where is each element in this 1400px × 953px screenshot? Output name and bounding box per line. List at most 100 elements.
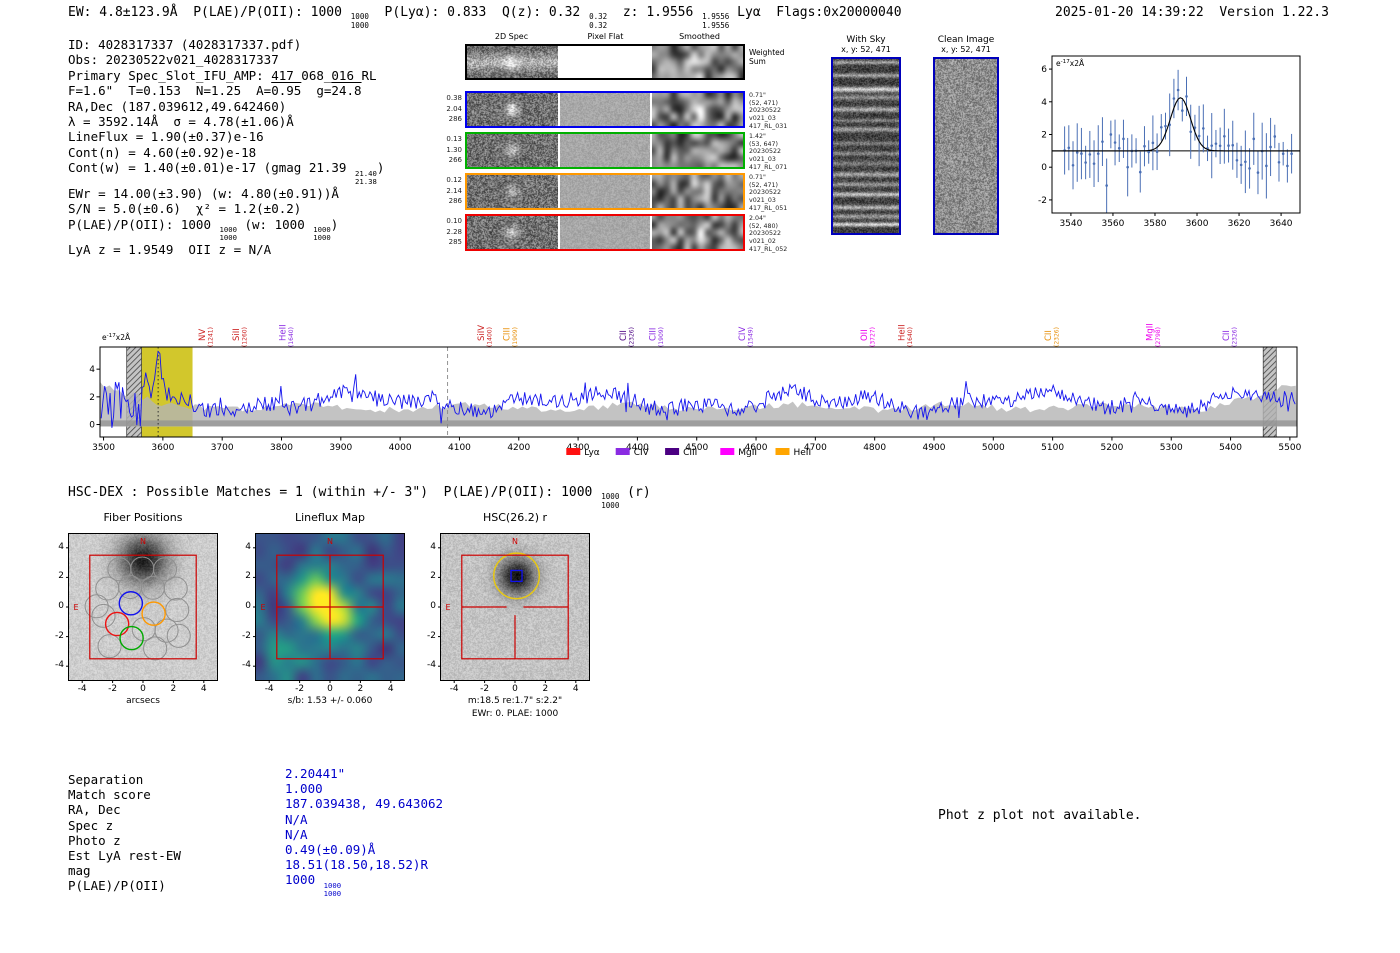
axis-tick-label: -2 (295, 684, 305, 694)
col-header-pixelflat: Pixel Flat (587, 32, 624, 41)
match-table-label: Match score (68, 787, 151, 803)
svg-text:3700: 3700 (211, 443, 234, 453)
svg-text:2: 2 (1041, 131, 1047, 141)
row-weight-labels: 0.13 1.30 266 (446, 135, 462, 164)
svg-text:(1909): (1909) (658, 327, 665, 347)
selected-fiber-circle (119, 625, 144, 651)
svg-text:3900: 3900 (329, 443, 352, 453)
match-table-row: Spec z N/A (68, 812, 443, 833)
hsc-cutout-panel: NE -4 -4 -2 -2 0 0 2 2 4 4 (427, 533, 590, 694)
stacked-fraction: 1000 1000 (323, 880, 342, 898)
hsc-dex-match-summary: HSC-DEX : Possible Matches = 1 (within +… (68, 485, 651, 510)
svg-text:4900: 4900 (923, 443, 946, 453)
row-smoothed-canvas (652, 175, 744, 208)
axis-tick-label: -2 (55, 630, 64, 641)
svg-text:0: 0 (89, 421, 95, 431)
svg-text:MgII: MgII (738, 448, 757, 458)
svg-text:3500: 3500 (92, 443, 115, 453)
row-2dspec-canvas (467, 216, 558, 249)
svg-text:E: E (445, 603, 450, 612)
legend-swatch (665, 448, 680, 455)
svg-text:(1909): (1909) (512, 327, 519, 347)
axis-tick-label: 4 (200, 684, 207, 694)
axis-tick-label: -4 (55, 660, 64, 671)
svg-text:3580: 3580 (1144, 219, 1167, 229)
weighted-sum-2dspec-canvas (467, 46, 558, 78)
match-table-row: P(LAE)/P(OII) 1000 1000 1000 (68, 872, 443, 903)
fiber-circle (154, 618, 179, 643)
svg-text:3640: 3640 (1270, 219, 1293, 229)
row-fiber-info: 1.42" (53, 647) 20230522 v021_03 417_RL_071 (749, 133, 788, 171)
svg-text:4: 4 (89, 365, 95, 375)
svg-text:N: N (512, 537, 518, 546)
row-2dspec-canvas (467, 175, 558, 208)
photz-unavailable-note: Phot z plot not available. (938, 808, 1142, 823)
spec2d-row (465, 173, 745, 210)
svg-text:5200: 5200 (1100, 443, 1123, 453)
fiber-positions-panel: NE -4 -4 -2 -2 0 0 2 2 4 4 (55, 533, 218, 694)
axis-tick-label: 0 (327, 684, 333, 694)
match-centroid-box (510, 569, 523, 583)
match-table-label: Separation (68, 772, 144, 787)
col-header-2dspec: 2D Spec (494, 32, 529, 41)
spec2d-row (465, 91, 745, 128)
selected-fiber-circle (118, 591, 144, 616)
axis-tick-label: 2 (357, 684, 364, 694)
clean-image-title: Clean Image (937, 35, 995, 45)
svg-text:5000: 5000 (982, 443, 1005, 453)
svg-text:3600: 3600 (151, 443, 174, 453)
svg-text:(1241): (1241) (208, 327, 215, 347)
fiber-circle (140, 575, 165, 600)
svg-text:4000: 4000 (389, 443, 412, 453)
svg-text:N: N (327, 537, 333, 546)
stacked-fraction: 21.40 21.38 (354, 168, 377, 186)
svg-text:3600: 3600 (1186, 219, 1209, 229)
svg-text:e-17x2Å: e-17x2Å (102, 333, 131, 342)
axis-tick-label: 2 (430, 571, 436, 582)
svg-text:CIV: CIV (634, 448, 650, 458)
line-label: CIII (503, 328, 513, 341)
info-line: ID: 4028317337 (4028317337.pdf) (68, 37, 302, 52)
axis-tick-label: 0 (512, 684, 518, 694)
fiber-circle (95, 576, 120, 601)
line-label: CII (619, 330, 629, 341)
header-summary: EW: 4.8±123.9Å P(LAE)/P(OII): 1000 1000 1… (68, 5, 902, 30)
svg-text:(2326): (2326) (628, 327, 635, 347)
axis-tick-label: 0 (58, 601, 64, 611)
hsc-caption-mag: m:18.5 re:1.7" s:2.2" (467, 696, 563, 706)
row-fiber-info: 0.71" (52, 471) 20230522 v021_03 417_RL_031 (749, 92, 788, 130)
match-aperture-ring (493, 552, 541, 600)
match-table-value: 187.039438, 49.643062 (285, 796, 444, 812)
spec2d-row (465, 214, 745, 251)
svg-text:(2798): (2798) (1155, 327, 1162, 347)
axis-tick-label: -4 (449, 684, 459, 694)
line-label: SiIV (477, 325, 487, 341)
svg-text:3560: 3560 (1101, 219, 1124, 229)
svg-text:0: 0 (1041, 163, 1047, 173)
axis-tick-label: 4 (387, 684, 394, 694)
col-header-smoothed: Smoothed (679, 32, 720, 41)
row-2dspec-canvas (467, 134, 558, 167)
match-table-value: 2.20441" (285, 766, 346, 781)
match-table-value: 1.000 (285, 781, 323, 797)
info-line: Cont(n) = 4.60(±0.92)e-18 (68, 144, 257, 160)
match-table-value: N/A (285, 826, 308, 842)
match-table-label: Spec z (68, 817, 114, 833)
info-line: LineFlux = 1.90(±0.37)e-16 (68, 129, 264, 145)
svg-text:5300: 5300 (1160, 443, 1183, 453)
clean-image-canvas (935, 59, 997, 233)
axis-tick-label: 0 (140, 684, 146, 694)
extraction-box (89, 554, 197, 660)
axis-tick-label: -4 (427, 660, 436, 671)
row-pixelflat-canvas (559, 216, 651, 249)
line-label: HeII (278, 324, 288, 341)
selected-fiber-circle (104, 611, 130, 637)
row-2dspec-canvas (467, 93, 558, 126)
info-line: RA,Dec (187.039612,49.642460) (68, 98, 287, 114)
svg-text:3800: 3800 (270, 443, 293, 453)
info-line: LyA z = 1.9549 OII z = N/A (68, 242, 272, 257)
axis-tick-label: 2 (58, 571, 64, 582)
row-weight-labels: 0.12 2.14 286 (446, 176, 462, 205)
match-table-label: P(LAE)/P(OII) (68, 878, 166, 894)
svg-text:(1640): (1640) (907, 327, 914, 347)
